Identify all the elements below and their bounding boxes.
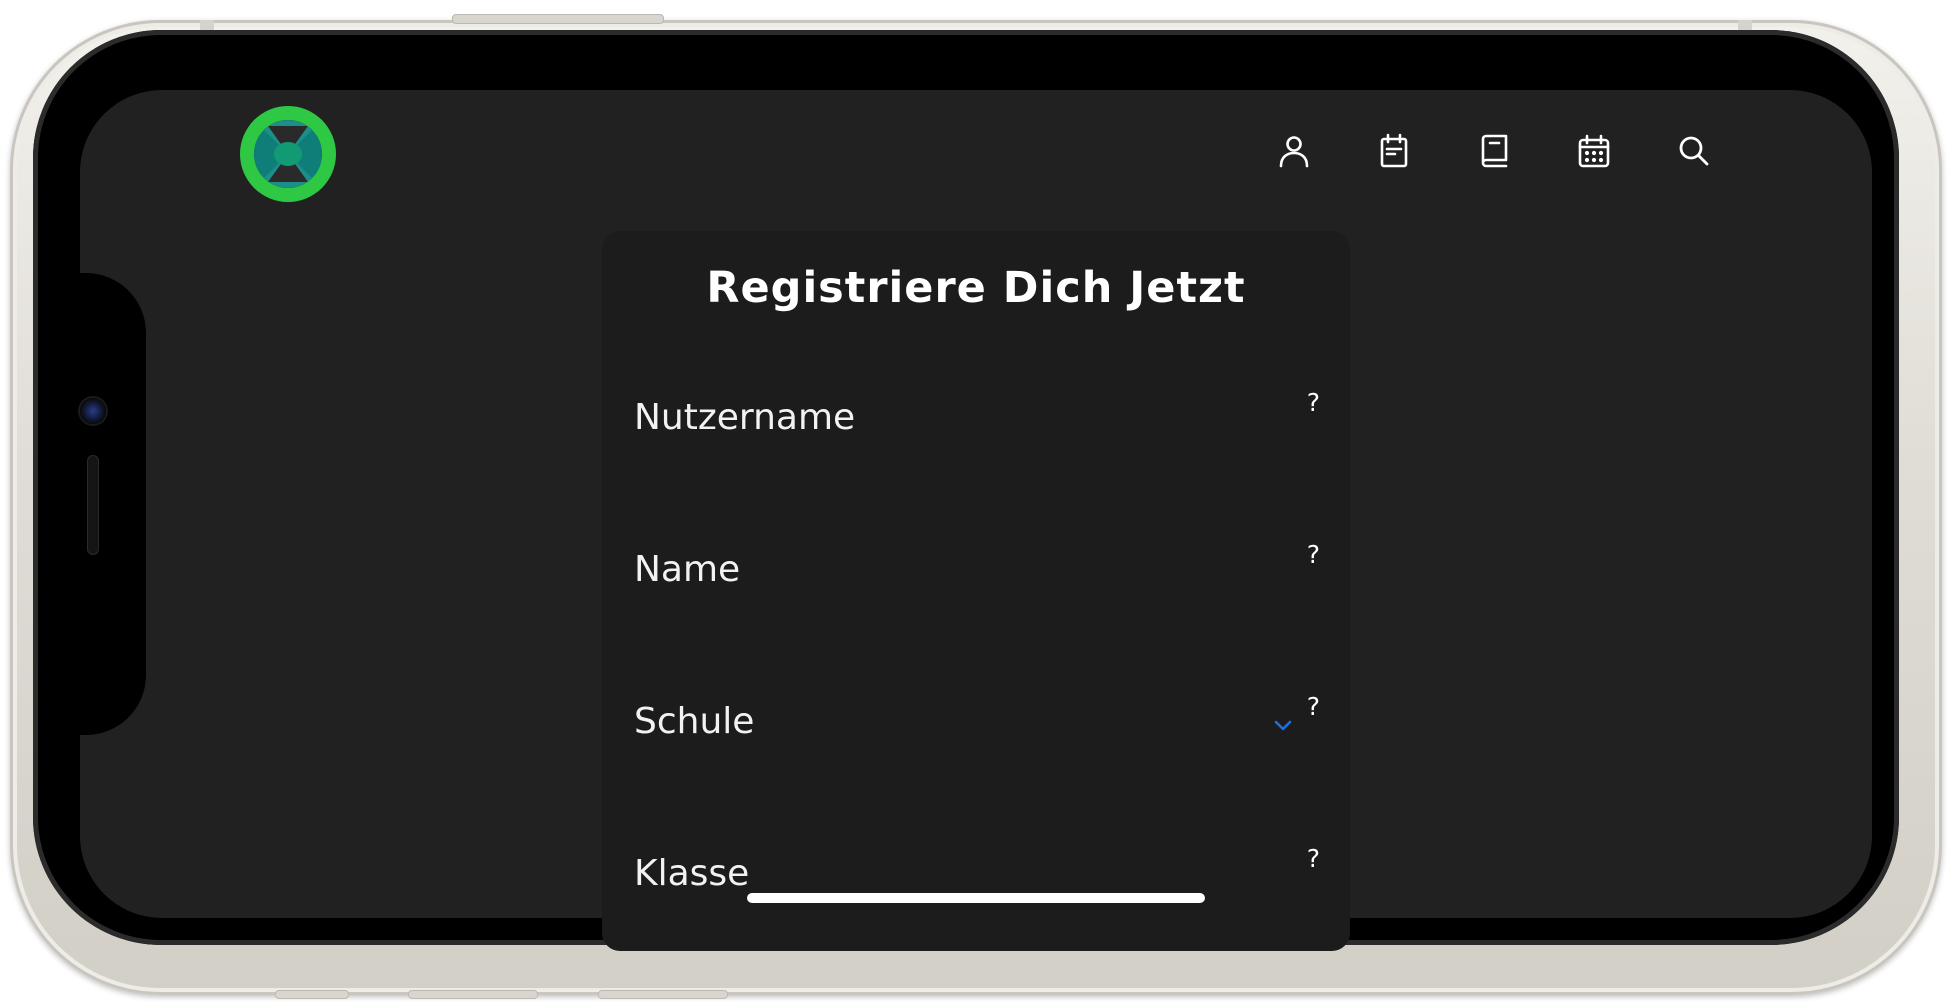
username-help-icon[interactable]: ? xyxy=(1307,388,1320,418)
logo-mark-icon xyxy=(254,120,322,188)
volume-button-top xyxy=(452,14,664,24)
chevron-down-icon[interactable] xyxy=(1272,714,1294,736)
class-label: Klasse xyxy=(634,853,750,894)
name-help-icon[interactable]: ? xyxy=(1307,540,1320,570)
header-nav xyxy=(1275,132,1713,170)
search-icon[interactable] xyxy=(1675,132,1713,170)
class-help-icon[interactable]: ? xyxy=(1307,844,1320,874)
username-label: Nutzername xyxy=(634,397,856,438)
home-indicator[interactable] xyxy=(747,893,1205,903)
registration-title: Registriere Dich Jetzt xyxy=(706,263,1246,313)
brand-logo-icon[interactable] xyxy=(240,106,336,202)
device-mockup: Registriere Dich Jetzt Nutzername ? Name… xyxy=(0,0,1952,1008)
profile-icon[interactable] xyxy=(1275,132,1313,170)
school-help-icon[interactable]: ? xyxy=(1307,692,1320,722)
school-select[interactable]: Schule ? xyxy=(634,692,1320,758)
name-label: Name xyxy=(634,549,741,590)
school-label: Schule xyxy=(634,701,755,742)
logo-emblem xyxy=(254,120,322,188)
side-button-bottom-1 xyxy=(275,990,349,999)
calendar-icon[interactable] xyxy=(1575,132,1613,170)
side-button-bottom-2 xyxy=(408,990,538,999)
earpiece-speaker xyxy=(87,455,99,555)
book-icon[interactable] xyxy=(1475,132,1513,170)
username-field[interactable]: Nutzername ? xyxy=(634,388,1320,454)
registration-card: Registriere Dich Jetzt Nutzername ? Name… xyxy=(602,231,1350,951)
front-camera xyxy=(80,398,106,424)
notes-icon[interactable] xyxy=(1375,132,1413,170)
side-button-bottom-3 xyxy=(598,990,728,999)
name-field[interactable]: Name ? xyxy=(634,540,1320,606)
